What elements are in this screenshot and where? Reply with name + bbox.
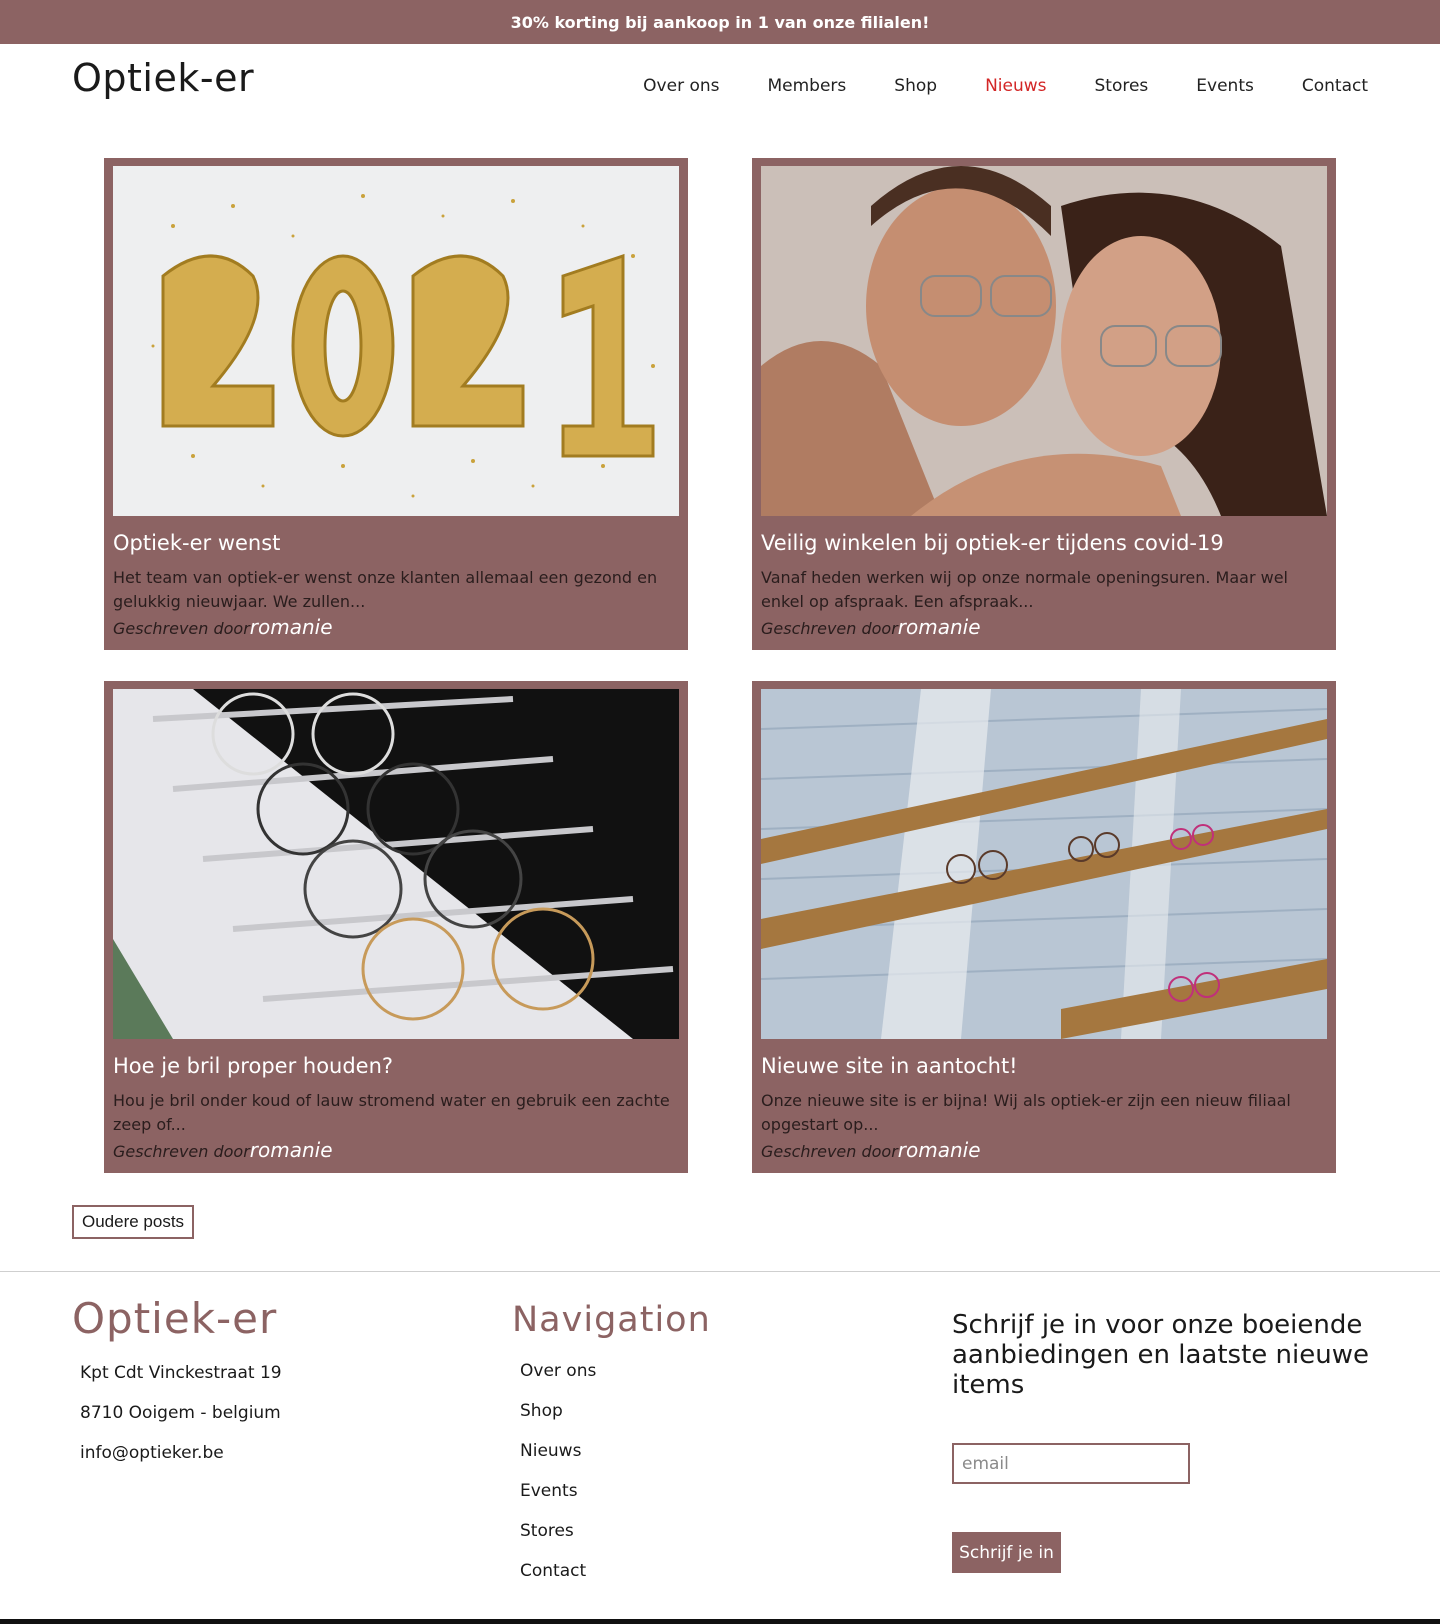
post-byline: Geschreven doorromanie [761,616,1327,640]
nav-members[interactable]: Members [768,76,847,96]
nav-shop[interactable]: Shop [894,76,937,96]
2021-balloons-image[interactable] [113,166,679,516]
store-shelves-image[interactable] [761,689,1327,1039]
footer-nav-stores[interactable]: Stores [520,1518,596,1558]
post-excerpt: Vanaf heden werken wij op onze normale o… [761,568,1288,611]
post-excerpt: Hou je bril onder koud of lauw stromend … [113,1091,670,1134]
post-card[interactable]: Hoe je bril proper houden? Hou je bril o… [104,681,688,1173]
subscribe-button[interactable]: Schrijf je in [952,1532,1061,1573]
nav-stores[interactable]: Stores [1095,76,1149,96]
byline-label: Geschreven door [761,1142,898,1161]
post-byline: Geschreven doorromanie [761,1139,1327,1163]
address-street: Kpt Cdt Vinckestraat 19 [80,1363,282,1383]
subscribe-title: Schrijf je in voor onze boeiende aanbied… [952,1310,1369,1400]
post-title[interactable]: Optiek-er wenst [113,530,679,556]
glasses-drawer-image[interactable] [113,689,679,1039]
post-author: romanie [249,1138,333,1162]
post-byline: Geschreven doorromanie [113,616,679,640]
footer-divider [0,1271,1440,1272]
post-author: romanie [897,1138,981,1162]
footer-address: Kpt Cdt Vinckestraat 19 8710 Ooigem - be… [80,1360,282,1480]
post-author: romanie [897,615,981,639]
footer-logo[interactable]: Optiek-er [72,1294,277,1343]
nav-events[interactable]: Events [1196,76,1254,96]
post-author: romanie [249,615,333,639]
post-card[interactable]: Nieuwe site in aantocht! Onze nieuwe sit… [752,681,1336,1173]
site-logo[interactable]: Optiek-er [72,56,254,100]
footer-nav-shop[interactable]: Shop [520,1398,596,1438]
footer-nav-over-ons[interactable]: Over ons [520,1358,596,1398]
main-nav: Over ons Members Shop Nieuws Stores Even… [595,76,1368,96]
byline-label: Geschreven door [761,619,898,638]
post-byline: Geschreven doorromanie [113,1139,679,1163]
promo-banner: 30% korting bij aankoop in 1 van onze fi… [0,0,1440,44]
byline-label: Geschreven door [113,619,250,638]
footer-nav-nieuws[interactable]: Nieuws [520,1438,596,1478]
older-posts-button[interactable]: Oudere posts [72,1205,195,1239]
post-title[interactable]: Nieuwe site in aantocht! [761,1053,1327,1079]
post-excerpt: Het team van optiek-er wenst onze klante… [113,568,658,611]
nav-nieuws[interactable]: Nieuws [985,76,1046,96]
email-input[interactable] [952,1443,1190,1484]
nav-over-ons[interactable]: Over ons [643,76,719,96]
footer-nav: Over ons Shop Nieuws Events Stores Conta… [520,1358,596,1598]
address-city: 8710 Ooigem - belgium [80,1403,281,1423]
post-card[interactable]: Optiek-er wenst Het team van optiek-er w… [104,158,688,650]
byline-label: Geschreven door [113,1142,250,1161]
nav-contact[interactable]: Contact [1302,76,1368,96]
footer-nav-contact[interactable]: Contact [520,1558,596,1598]
couple-glasses-image[interactable] [761,166,1327,516]
post-card[interactable]: Veilig winkelen bij optiek-er tijdens co… [752,158,1336,650]
post-title[interactable]: Veilig winkelen bij optiek-er tijdens co… [761,530,1327,556]
post-excerpt: Onze nieuwe site is er bijna! Wij als op… [761,1091,1291,1134]
bottom-bar [0,1619,1440,1624]
footer-nav-title: Navigation [512,1300,711,1340]
address-email[interactable]: info@optieker.be [80,1440,282,1480]
post-title[interactable]: Hoe je bril proper houden? [113,1053,679,1079]
footer-nav-events[interactable]: Events [520,1478,596,1518]
